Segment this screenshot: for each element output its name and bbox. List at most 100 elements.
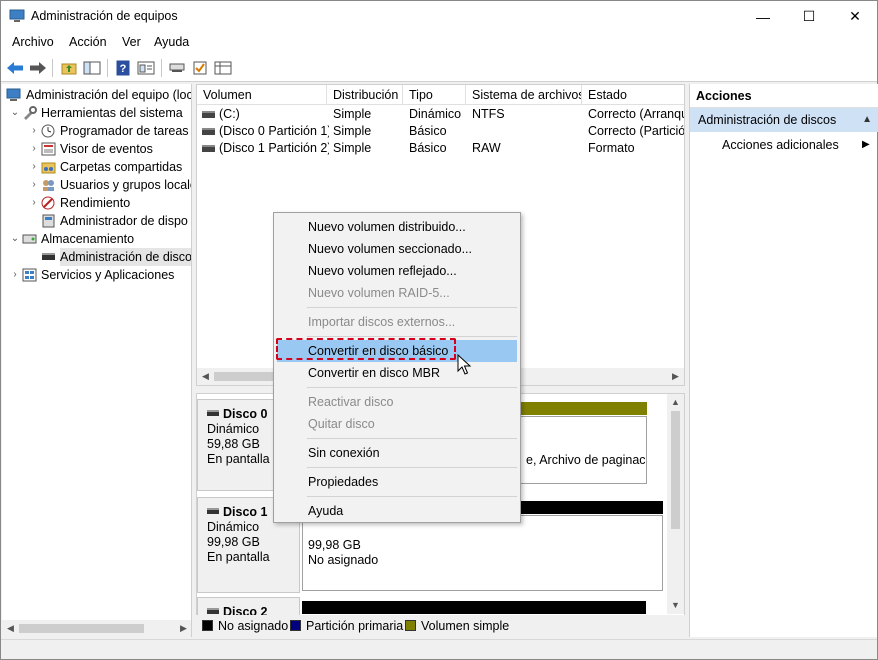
- menu-item-convertir-en-disco-mbr[interactable]: Convertir en disco MBR: [277, 362, 517, 384]
- collapse-icon[interactable]: ▲: [862, 108, 872, 132]
- tree-horizontal-scrollbar[interactable]: ◀ ▶: [2, 620, 191, 637]
- window-title: Administración de equipos: [31, 9, 178, 23]
- maximize-button[interactable]: ☐: [786, 1, 832, 32]
- tree-item[interactable]: ⌄ Herramientas del sistema: [2, 104, 191, 122]
- menu-item-importar-discos-externos: Importar discos externos...: [308, 315, 456, 329]
- menu-ayuda[interactable]: Ayuda: [154, 35, 189, 49]
- menu-separator: [307, 438, 517, 439]
- menu-archivo[interactable]: Archivo: [12, 35, 54, 49]
- actions-section-disk-management[interactable]: Administración de discos ▲: [690, 108, 878, 132]
- minimize-button[interactable]: —: [740, 1, 786, 32]
- properties-icon: [137, 61, 155, 75]
- column-header-distribucion[interactable]: Distribución: [327, 85, 403, 105]
- table-cell: Simple: [333, 141, 372, 155]
- scroll-left-icon[interactable]: ◀: [197, 368, 214, 385]
- connect-icon: [169, 63, 185, 72]
- column-header-estado[interactable]: Estado: [582, 85, 684, 105]
- collapsed-chevron-icon[interactable]: ›: [10, 266, 20, 284]
- scroll-thumb[interactable]: [214, 372, 274, 381]
- menu-accion[interactable]: Acción: [69, 35, 107, 49]
- disk-0-partition-label: e, Archivo de paginació: [526, 453, 647, 467]
- tree-item[interactable]: › Carpetas compartidas: [2, 158, 191, 176]
- grid-button[interactable]: [213, 58, 233, 78]
- table-row[interactable]: (Disco 1 Partición 2) Simple Básico RAW Form…: [197, 140, 684, 157]
- table-cell: Formato: [588, 141, 635, 155]
- menu-bar: Archivo Acción Ver Ayuda: [1, 32, 877, 54]
- table-cell: Simple: [333, 124, 372, 138]
- table-cell: (Disco 0 Partición 1): [219, 124, 329, 138]
- forward-button[interactable]: [28, 58, 48, 78]
- menu-ver[interactable]: Ver: [122, 35, 141, 49]
- menu-item-ayuda[interactable]: Ayuda: [277, 500, 517, 522]
- tree-item-label: Carpetas compartidas: [60, 160, 183, 174]
- back-button[interactable]: [5, 58, 25, 78]
- tree-item[interactable]: ⌄ Almacenamiento: [2, 230, 191, 248]
- tools-icon: [22, 106, 37, 120]
- table-cell: RAW: [472, 141, 501, 155]
- up-level-button[interactable]: [59, 58, 79, 78]
- maximize-icon: ☐: [802, 8, 816, 24]
- expanded-chevron-icon[interactable]: ⌄: [10, 104, 20, 122]
- toolbar: ?: [1, 54, 877, 82]
- scroll-up-icon[interactable]: ▲: [667, 394, 684, 411]
- scroll-left-icon[interactable]: ◀: [2, 620, 19, 637]
- more-actions-link[interactable]: Acciones adicionales: [722, 136, 839, 154]
- scroll-right-icon[interactable]: ▶: [667, 368, 684, 385]
- tree-item[interactable]: › Programador de tareas: [2, 122, 191, 140]
- menu-item-nuevo-volumen-reflejado[interactable]: Nuevo volumen reflejado...: [277, 260, 517, 282]
- column-header-sistema-archivos[interactable]: Sistema de archivos: [466, 85, 582, 105]
- tree-item[interactable]: › Usuarios y grupos locale: [2, 176, 192, 194]
- disk-vertical-scrollbar[interactable]: ▲ ▼: [667, 394, 684, 614]
- tree-item[interactable]: › Visor de eventos: [2, 140, 191, 158]
- menu-item-nuevo-volumen-distribuido[interactable]: Nuevo volumen distribuido...: [277, 216, 517, 238]
- column-header-tipo[interactable]: Tipo: [403, 85, 466, 105]
- tree-item-label: Servicios y Aplicaciones: [41, 268, 175, 282]
- check-button[interactable]: [190, 58, 210, 78]
- show-hide-tree-icon: [83, 61, 101, 75]
- tree-item[interactable]: › Rendimiento: [2, 194, 191, 212]
- help-icon: ?: [116, 60, 130, 76]
- mouse-cursor-icon: [457, 354, 472, 375]
- navigation-tree: Administración del equipo (loc ⌄ Herramie…: [2, 84, 192, 637]
- disk-1-size: 99,98 GB: [207, 535, 260, 549]
- table-row[interactable]: (C:) Simple Dinámico NTFS Correcto (Arranqu: [197, 106, 684, 123]
- properties-button[interactable]: [136, 58, 156, 78]
- connect-button[interactable]: [167, 58, 187, 78]
- legend-swatch: [202, 620, 213, 631]
- disk-icon: [207, 608, 219, 614]
- disk-0-partition-bar: [520, 402, 647, 415]
- column-header-volumen[interactable]: Volumen: [197, 85, 327, 105]
- table-cell: Dinámico: [409, 107, 462, 121]
- menu-item-nuevo-volumen-seccionado[interactable]: Nuevo volumen seccionado...: [277, 238, 517, 260]
- tree-item-label: Usuarios y grupos locale: [60, 178, 192, 192]
- actions-pane: Acciones Administración de discos ▲ Acci…: [689, 84, 878, 637]
- tree-item-root[interactable]: Administración del equipo (loc: [2, 86, 191, 104]
- help-button[interactable]: ?: [113, 58, 133, 78]
- table-row[interactable]: (Disco 0 Partición 1) Simple Básico Correct…: [197, 123, 684, 140]
- actions-title: Acciones: [690, 84, 878, 108]
- disk-1-partition[interactable]: 99,98 GB No asignado: [302, 515, 663, 591]
- scroll-thumb[interactable]: [671, 411, 680, 529]
- menu-separator: [307, 336, 517, 337]
- scroll-down-icon[interactable]: ▼: [667, 597, 684, 614]
- close-button[interactable]: ✕: [832, 1, 878, 32]
- show-tree-button[interactable]: [82, 58, 102, 78]
- collapsed-chevron-icon[interactable]: ›: [29, 158, 39, 176]
- table-cell: (Disco 1 Partición 2): [219, 141, 329, 155]
- collapsed-chevron-icon[interactable]: ›: [29, 140, 39, 158]
- menu-separator: [307, 496, 517, 497]
- disk-0-partition[interactable]: e, Archivo de paginació: [520, 416, 647, 484]
- scroll-right-icon[interactable]: ▶: [175, 620, 191, 637]
- tree-item[interactable]: Administrador de dispo: [2, 212, 191, 230]
- collapsed-chevron-icon[interactable]: ›: [29, 176, 39, 194]
- menu-item-sin-conexion[interactable]: Sin conexión: [277, 442, 517, 464]
- collapsed-chevron-icon[interactable]: ›: [29, 122, 39, 140]
- collapsed-chevron-icon[interactable]: ›: [29, 194, 39, 212]
- svg-text:?: ?: [120, 63, 127, 75]
- scroll-thumb[interactable]: [19, 624, 144, 633]
- tree-item[interactable]: Administración de disco: [2, 248, 191, 266]
- tree-item[interactable]: › Servicios y Aplicaciones: [2, 266, 191, 284]
- expanded-chevron-icon[interactable]: ⌄: [10, 230, 20, 248]
- menu-item-propiedades[interactable]: Propiedades: [277, 471, 517, 493]
- tree-item-label: Visor de eventos: [60, 142, 153, 156]
